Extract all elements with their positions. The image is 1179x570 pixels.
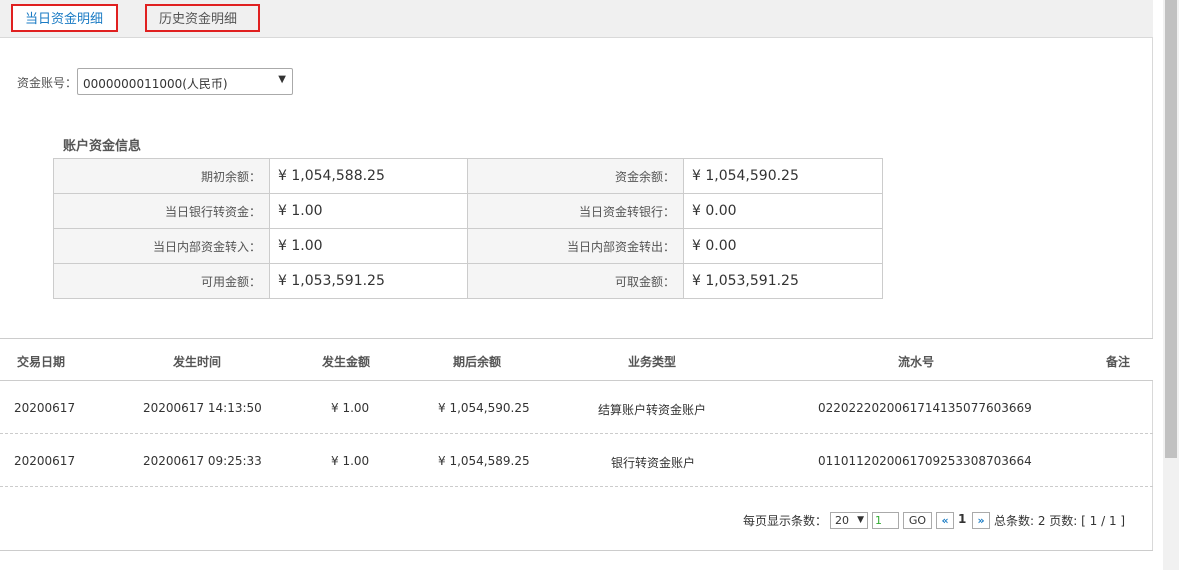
info-label: 可用金额： — [53, 263, 270, 299]
info-label: 资金余额： — [467, 158, 684, 194]
cell-amount: ¥ 1.00 — [331, 401, 370, 415]
info-value: ¥ 1,053,591.25 — [683, 263, 883, 299]
tab-bar: 当日资金明细 历史资金明细 — [0, 0, 1153, 38]
section-title: 账户资金信息 — [63, 139, 142, 154]
info-value: ¥ 1,054,590.25 — [683, 158, 883, 194]
info-row: 当日内部资金转入： ¥ 1.00 当日内部资金转出： ¥ 0.00 — [53, 228, 883, 264]
cell-balance: ¥ 1,054,589.25 — [438, 454, 530, 468]
prev-page-button[interactable]: « — [936, 512, 954, 529]
divider — [0, 550, 1153, 551]
go-button[interactable]: GO — [903, 512, 932, 529]
info-label: 当日银行转资金： — [53, 193, 270, 229]
info-label: 当日资金转银行： — [467, 193, 684, 229]
account-select-value: 0000000011000(人民币) — [83, 77, 228, 91]
header-trade-date: 交易日期 — [17, 355, 66, 369]
cell-serial-no: 02202220200617141350776036​69 — [818, 401, 1032, 415]
info-value: ¥ 1,053,591.25 — [269, 263, 468, 299]
scrollbar-thumb[interactable] — [1165, 0, 1177, 458]
cell-biz-type: 结算账户转资金账户 — [598, 403, 707, 417]
account-label: 资金账号： — [17, 76, 78, 90]
info-value: ¥ 1.00 — [269, 193, 468, 229]
cell-amount: ¥ 1.00 — [331, 454, 370, 468]
tab-history-fund-detail[interactable]: 历史资金明细 — [145, 4, 260, 32]
cell-trade-date: 20200617 — [14, 454, 76, 468]
per-page-value: 20 — [835, 514, 849, 527]
info-row: 可用金额： ¥ 1,053,591.25 可取金额： ¥ 1,053,591.2… — [53, 263, 883, 299]
table-header: 交易日期 发生时间 发生金额 期后余额 业务类型 流水号 备注 — [0, 339, 1153, 381]
cell-serial-no: 01101120200617092533087036​64 — [818, 454, 1032, 468]
page-input[interactable]: 1 — [872, 512, 899, 529]
cell-trade-date: 20200617 — [14, 401, 76, 415]
info-label: 当日内部资金转出： — [467, 228, 684, 264]
table-row[interactable]: 20200617 20200617 09:25:33 ¥ 1.00 ¥ 1,05… — [0, 434, 1153, 487]
current-page: 1 — [958, 512, 967, 526]
per-page-label: 每页显示条数： — [743, 514, 828, 528]
header-biz-type: 业务类型 — [628, 355, 677, 369]
info-label: 当日内部资金转入： — [53, 228, 270, 264]
info-value: ¥ 0.00 — [683, 228, 883, 264]
header-remark: 备注 — [1106, 355, 1131, 369]
per-page-select[interactable]: 20 ▼ — [830, 512, 868, 529]
cell-balance: ¥ 1,054,590.25 — [438, 401, 530, 415]
cell-time: 20200617 14:13:50 — [143, 401, 262, 415]
header-balance: 期后余额 — [453, 355, 502, 369]
header-time: 发生时间 — [173, 355, 222, 369]
header-serial-no: 流水号 — [898, 355, 935, 369]
info-value: ¥ 0.00 — [683, 193, 883, 229]
pager-summary: 总条数: 2 页数: [ 1 / 1 ] — [994, 514, 1126, 528]
info-row: 期初余额： ¥ 1,054,588.25 资金余额： ¥ 1,054,590.2… — [53, 158, 883, 194]
info-label: 期初余额： — [53, 158, 270, 194]
info-value: ¥ 1,054,588.25 — [269, 158, 468, 194]
cell-biz-type: 银行转资金账户 — [611, 456, 696, 470]
info-label: 可取金额： — [467, 263, 684, 299]
dropdown-arrow-icon: ▼ — [278, 74, 286, 85]
fund-info-table: 期初余额： ¥ 1,054,588.25 资金余额： ¥ 1,054,590.2… — [53, 158, 883, 299]
cell-time: 20200617 09:25:33 — [143, 454, 262, 468]
tab-today-fund-detail[interactable]: 当日资金明细 — [11, 4, 118, 32]
table-row[interactable]: 20200617 20200617 14:13:50 ¥ 1.00 ¥ 1,05… — [0, 381, 1153, 434]
info-row: 当日银行转资金： ¥ 1.00 当日资金转银行： ¥ 0.00 — [53, 193, 883, 229]
dropdown-arrow-icon: ▼ — [857, 515, 864, 525]
info-value: ¥ 1.00 — [269, 228, 468, 264]
header-amount: 发生金额 — [322, 355, 371, 369]
account-select[interactable]: 0000000011000(人民币) ▼ — [77, 68, 293, 95]
next-page-button[interactable]: » — [972, 512, 990, 529]
